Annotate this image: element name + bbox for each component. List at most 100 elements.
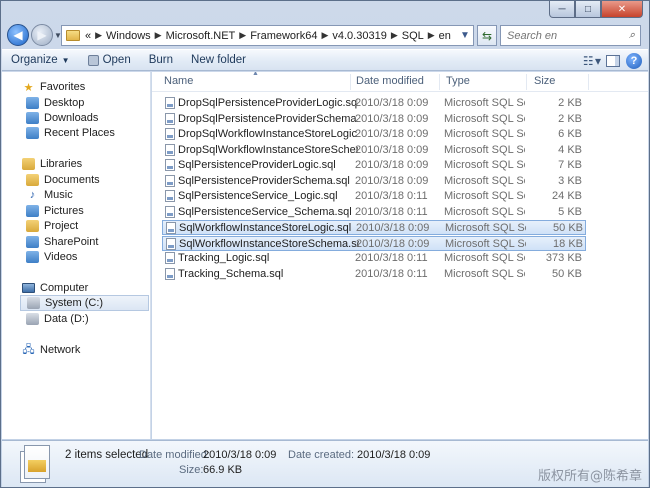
sql-file-icon xyxy=(166,222,176,234)
column-divider[interactable] xyxy=(439,74,440,90)
nav-favorites[interactable]: ★ Favorites xyxy=(22,79,150,95)
explorer-window: ─ □ ✕ ◀ ▶ ▼ « ▶ Windows ▶ Microsoft.NET … xyxy=(0,0,650,488)
new-folder-button[interactable]: New folder xyxy=(182,49,255,71)
file-row[interactable]: DropSqlWorkflowInstanceStoreSchema.sql20… xyxy=(162,143,586,158)
crumb-overflow[interactable]: « xyxy=(85,30,91,42)
column-divider[interactable] xyxy=(526,74,527,90)
preview-pane-icon[interactable] xyxy=(606,55,620,67)
open-button[interactable]: Open xyxy=(79,49,140,71)
breadcrumb-item[interactable]: en xyxy=(439,30,451,42)
help-icon[interactable]: ? xyxy=(626,53,642,69)
column-date-modified[interactable]: Date modified xyxy=(356,75,424,87)
nav-computer[interactable]: Computer xyxy=(22,280,150,296)
refresh-button[interactable]: ⇆ xyxy=(477,25,497,46)
file-size: 2 KB xyxy=(558,97,582,109)
chevron-right-icon[interactable]: ▶ xyxy=(391,30,398,41)
file-date-modified: 2010/3/18 0:09 xyxy=(356,237,430,250)
maximize-button[interactable]: □ xyxy=(575,1,601,18)
file-row[interactable]: SqlPersistenceProviderLogic.sql 2010/3/18… xyxy=(162,158,586,173)
nav-item-downloads[interactable]: Downloads xyxy=(26,110,150,126)
nav-item-project[interactable]: Project xyxy=(26,218,150,234)
forward-button[interactable]: ▶ xyxy=(31,24,53,46)
column-name[interactable]: Name xyxy=(164,75,193,87)
file-row[interactable]: DropSqlPersistenceProviderSchema.sql 2010… xyxy=(162,112,586,127)
refresh-icon: ⇆ xyxy=(481,28,493,43)
file-row[interactable]: SqlWorkflowInstanceStoreSchema.sql 2010/3… xyxy=(162,235,586,251)
sharepoint-icon xyxy=(26,236,39,248)
file-row[interactable]: SqlWorkflowInstanceStoreLogic.sql 2010/3/… xyxy=(162,220,586,235)
nav-item-data-d[interactable]: Data (D:) xyxy=(26,311,150,327)
search-box[interactable]: ⌕ xyxy=(500,25,641,46)
nav-network[interactable]: 🖧 Network xyxy=(22,342,150,358)
nav-header-label: Network xyxy=(40,344,81,356)
sql-file-icon xyxy=(165,174,175,187)
nav-item-sharepoint[interactable]: SharePoint xyxy=(26,234,150,250)
file-row[interactable]: SqlPersistenceService_Logic.sql 2010/3/18… xyxy=(162,189,586,204)
file-row[interactable]: DropSqlWorkflowInstanceStoreLogic.sql 201… xyxy=(162,127,586,142)
file-name: Tracking_Logic.sql xyxy=(178,252,270,264)
nav-item-pictures[interactable]: Pictures xyxy=(26,203,150,219)
breadcrumb-item[interactable]: SQL xyxy=(402,30,424,42)
file-row[interactable]: SqlPersistenceService_Schema.sql 2010/3/1… xyxy=(162,205,586,220)
search-input[interactable] xyxy=(507,29,621,42)
arrow-left-icon: ◀ xyxy=(13,28,23,42)
chevron-right-icon[interactable]: ▶ xyxy=(239,30,246,41)
nav-item-music[interactable]: ♪ Music xyxy=(26,187,150,203)
nav-item-label: Data (D:) xyxy=(44,313,89,325)
file-date-modified: 2010/3/18 0:09 xyxy=(355,112,429,125)
nav-item-desktop[interactable]: Desktop xyxy=(26,95,150,111)
file-row[interactable]: Tracking_Schema.sql 2010/3/18 0:11 Microso… xyxy=(162,267,586,282)
file-size: 373 KB xyxy=(545,252,582,264)
file-type: Microsoft SQL Ser... xyxy=(444,205,525,218)
chevron-right-icon[interactable]: ▶ xyxy=(321,30,328,41)
file-name: SqlPersistenceProviderSchema.sql xyxy=(178,174,350,187)
breadcrumb-item[interactable]: v4.0.30319 xyxy=(332,30,386,42)
address-bar[interactable]: « ▶ Windows ▶ Microsoft.NET ▶ Framework6… xyxy=(61,25,474,46)
breadcrumb-item[interactable]: Windows xyxy=(106,30,151,42)
size-label: Size: xyxy=(179,464,204,476)
breadcrumb-item[interactable]: Framework64 xyxy=(250,30,317,42)
file-name: SqlPersistenceService_Schema.sql xyxy=(178,205,352,218)
navigation-pane: ★ Favorites Desktop Downloads Recent Pla… xyxy=(2,72,151,439)
file-name: DropSqlPersistenceProviderSchema.sql xyxy=(178,112,358,125)
nav-item-recent-places[interactable]: Recent Places xyxy=(26,125,150,141)
file-date-modified: 2010/3/18 0:11 xyxy=(355,252,428,264)
sql-file-icon xyxy=(165,143,175,156)
sql-file-icon xyxy=(165,112,175,125)
column-divider[interactable] xyxy=(588,74,589,90)
minimize-button[interactable]: ─ xyxy=(549,1,575,18)
file-date-modified: 2010/3/18 0:09 xyxy=(355,97,429,109)
file-date-modified: 2010/3/18 0:09 xyxy=(356,222,430,234)
organize-button[interactable]: Organize ▼ xyxy=(2,49,79,71)
column-size[interactable]: Size xyxy=(534,75,555,87)
nav-item-system-c[interactable]: System (C:) xyxy=(20,295,149,311)
chevron-right-icon[interactable]: ▶ xyxy=(155,30,162,41)
open-icon xyxy=(87,54,99,66)
burn-button[interactable]: Burn xyxy=(140,49,182,71)
column-type[interactable]: Type xyxy=(446,75,470,87)
file-type: Microsoft SQL Ser... xyxy=(444,112,525,125)
chevron-right-icon[interactable]: ▶ xyxy=(428,30,435,41)
breadcrumb-item[interactable]: Microsoft.NET xyxy=(166,30,236,42)
address-dropdown[interactable]: ▼ xyxy=(457,26,473,45)
library-icon xyxy=(22,158,35,170)
view-options-icon[interactable]: ☷ ▾ xyxy=(583,54,601,68)
column-divider[interactable] xyxy=(350,74,351,90)
file-date-modified: 2010/3/18 0:09 xyxy=(355,174,429,187)
back-button[interactable]: ◀ xyxy=(7,24,29,46)
file-row[interactable]: Tracking_Logic.sql 2010/3/18 0:11 Microsof… xyxy=(162,251,586,266)
title-bar[interactable]: ─ □ ✕ xyxy=(1,1,649,21)
file-type: Microsoft SQL Ser... xyxy=(445,222,526,234)
network-icon: 🖧 xyxy=(22,343,35,356)
file-name: DropSqlWorkflowInstanceStoreSchema.sql xyxy=(178,143,358,156)
file-type: Microsoft SQL Ser... xyxy=(444,128,525,140)
file-date-modified: 2010/3/18 0:11 xyxy=(355,190,428,202)
nav-item-videos[interactable]: Videos xyxy=(26,249,150,265)
nav-item-documents[interactable]: Documents xyxy=(26,172,150,188)
close-button[interactable]: ✕ xyxy=(601,1,643,18)
sql-file-icon xyxy=(165,190,175,202)
sql-file-icon xyxy=(165,97,175,109)
file-row[interactable]: DropSqlPersistenceProviderLogic.sql 2010/… xyxy=(162,96,586,111)
nav-libraries[interactable]: Libraries xyxy=(22,156,150,172)
file-row[interactable]: SqlPersistenceProviderSchema.sql 2010/3/1… xyxy=(162,174,586,189)
